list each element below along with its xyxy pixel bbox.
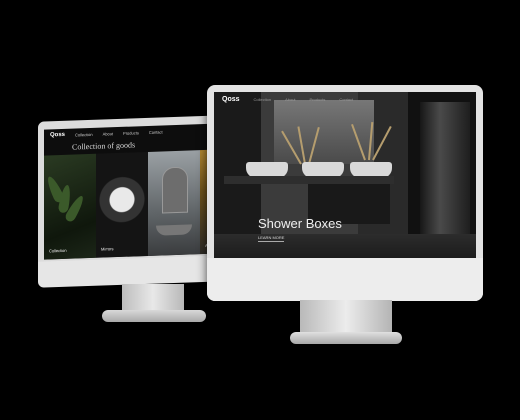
countertop-image: [224, 176, 394, 184]
floor-image: [214, 234, 476, 258]
back-monitor-foot: [102, 310, 206, 322]
basin-image: [156, 224, 192, 236]
tile-label: Collection: [49, 247, 67, 254]
hero-title: Shower Boxes: [258, 216, 342, 231]
learn-more-button[interactable]: LEARN MORE: [258, 235, 285, 242]
collection-tile[interactable]: Collection: [44, 153, 96, 260]
front-nav-item[interactable]: Collection: [254, 97, 272, 102]
window-image: [420, 102, 470, 242]
back-site-logo[interactable]: Qoss: [50, 132, 65, 139]
back-page-title: Collection of goods: [72, 140, 136, 152]
back-nav-item[interactable]: Collection: [75, 131, 93, 137]
arch-mirror-image: [162, 166, 188, 214]
front-monitor-chin: [207, 258, 483, 301]
back-nav-item[interactable]: Contact: [149, 129, 163, 134]
tile-label: Mirrors: [101, 246, 114, 252]
front-nav-item[interactable]: Contact: [339, 97, 353, 102]
arch-mirror-tile[interactable]: [148, 150, 200, 256]
front-nav-item[interactable]: Products: [310, 97, 326, 102]
wall-panel-image: [274, 100, 374, 164]
back-nav-item[interactable]: About: [103, 131, 113, 136]
front-monitor-foot: [290, 332, 402, 344]
mirrors-tile[interactable]: Mirrors: [96, 151, 148, 258]
back-nav-item[interactable]: Products: [123, 130, 139, 136]
front-site-navbar: Qoss Collection About Products Contact: [214, 92, 476, 106]
front-site-logo[interactable]: Qoss: [222, 96, 240, 103]
front-monitor-stand: [300, 300, 392, 336]
front-nav-item[interactable]: About: [285, 97, 295, 102]
front-monitor-screen: Qoss Collection About Products Contact S…: [214, 92, 476, 258]
back-monitor-stand: [122, 284, 184, 312]
stage: Qoss Collection About Products Contact C…: [0, 0, 520, 420]
